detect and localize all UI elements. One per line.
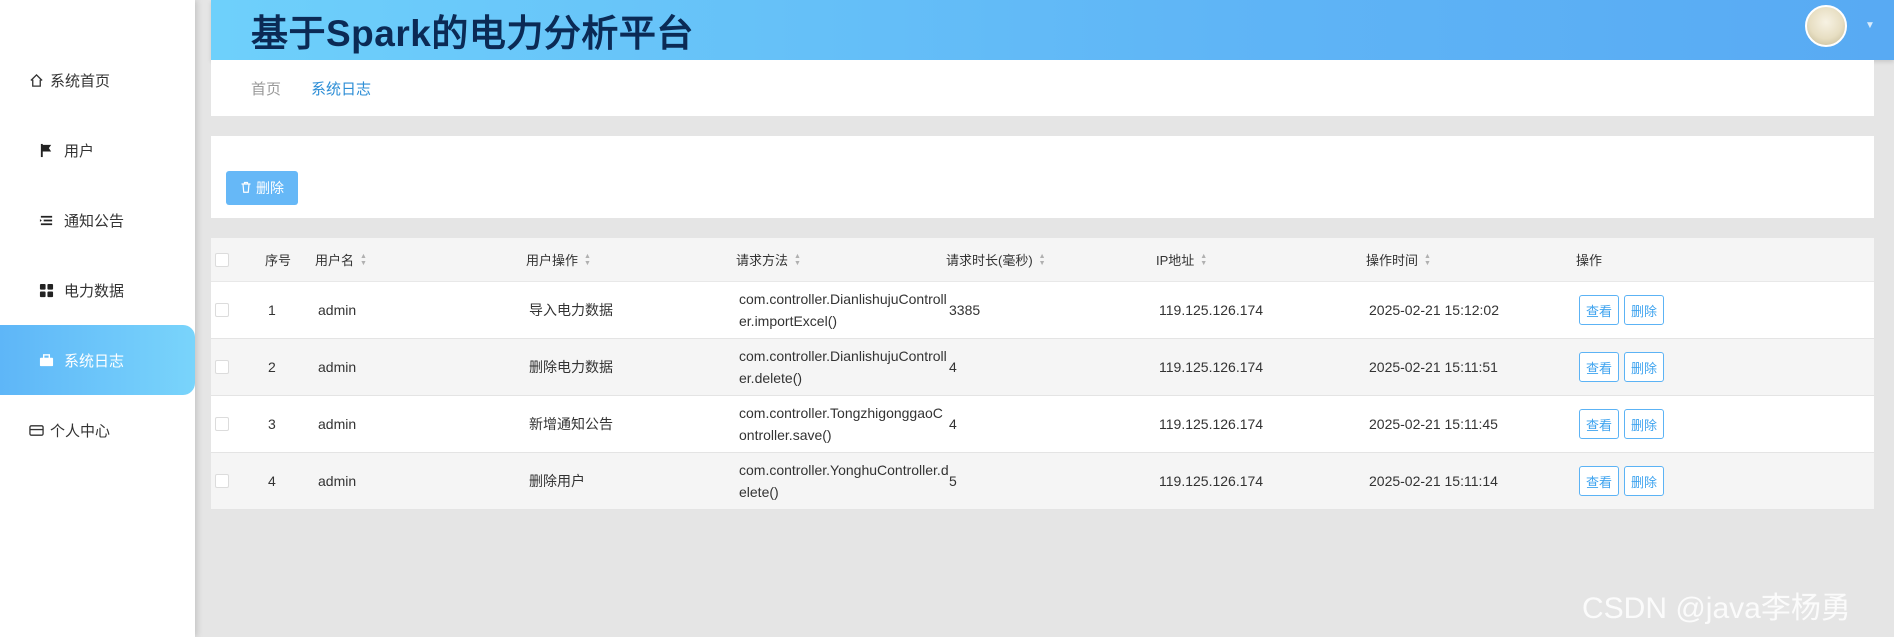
view-button[interactable]: 查看 bbox=[1579, 409, 1619, 439]
batch-delete-label: 删除 bbox=[256, 180, 284, 196]
breadcrumb-home[interactable]: 首页 bbox=[251, 78, 281, 99]
table-row: 2 admin 删除电力数据 com.controller.Dianlishuj… bbox=[211, 339, 1874, 396]
sort-icon: ▲ ▼ bbox=[1424, 252, 1431, 267]
cell-username: admin bbox=[318, 359, 357, 375]
view-button[interactable]: 查看 bbox=[1579, 352, 1619, 382]
app-header: 基于Spark的电力分析平台 ▼ bbox=[211, 0, 1894, 60]
cell-ip: 119.125.126.174 bbox=[1159, 359, 1264, 375]
home-icon bbox=[28, 72, 44, 88]
delete-button[interactable]: 删除 bbox=[1624, 409, 1664, 439]
delete-button[interactable]: 删除 bbox=[1624, 295, 1664, 325]
cell-method: com.controller.DianlishujuController.del… bbox=[739, 348, 947, 386]
trash-icon bbox=[240, 181, 252, 196]
col-ip[interactable]: IP地址 ▲ ▼ bbox=[1156, 238, 1207, 281]
sidebar-item-label: 系统首页 bbox=[50, 72, 111, 90]
col-duration[interactable]: 请求时长(毫秒) ▲ ▼ bbox=[946, 238, 1046, 281]
avatar[interactable] bbox=[1805, 5, 1847, 47]
row-checkbox[interactable] bbox=[215, 474, 229, 488]
card-icon bbox=[28, 422, 44, 438]
sidebar-item-system-log[interactable]: 系统日志 bbox=[0, 325, 195, 395]
sort-icon: ▲ ▼ bbox=[1038, 252, 1046, 267]
breadcrumb: 首页 系统日志 bbox=[211, 60, 1874, 116]
select-all-checkbox[interactable] bbox=[215, 252, 229, 267]
row-checkbox[interactable] bbox=[215, 417, 229, 431]
row-checkbox[interactable] bbox=[215, 303, 229, 317]
log-table: 序号 用户名 ▲ ▼ 用户操作 ▲ ▼ 请求方法 ▲ ▼ 请求时长(毫秒) ▲ ▼ IP地址 ▲ ▼… bbox=[211, 238, 1874, 510]
sort-icon: ▲ ▼ bbox=[584, 252, 591, 267]
table-header: 序号 用户名 ▲ ▼ 用户操作 ▲ ▼ 请求方法 ▲ ▼ 请求时长(毫秒) ▲ ▼ IP地址 ▲ ▼… bbox=[211, 238, 1874, 282]
app-title: 基于Spark的电力分析平台 bbox=[251, 13, 694, 54]
col-index: 序号 bbox=[265, 253, 292, 268]
view-button[interactable]: 查看 bbox=[1579, 466, 1619, 496]
grid-icon bbox=[38, 282, 54, 298]
cell-operation: 删除用户 bbox=[529, 473, 585, 489]
col-method[interactable]: 请求方法 ▲ ▼ bbox=[736, 238, 801, 281]
cell-index: 1 bbox=[268, 302, 276, 318]
batch-delete-button[interactable]: 删除 bbox=[226, 171, 298, 205]
flag-icon bbox=[38, 142, 54, 158]
cell-ip: 119.125.126.174 bbox=[1159, 302, 1264, 318]
sidebar-item-power-data[interactable]: 电力数据 bbox=[0, 255, 195, 325]
sort-icon: ▲ ▼ bbox=[1200, 252, 1208, 267]
col-username[interactable]: 用户名 ▲ ▼ bbox=[315, 238, 367, 281]
list-icon bbox=[38, 212, 54, 228]
col-time[interactable]: 操作时间 ▲ ▼ bbox=[1366, 238, 1431, 281]
cell-time: 2025-02-21 15:11:45 bbox=[1369, 416, 1498, 432]
cell-duration: 5 bbox=[949, 473, 957, 489]
cell-method: com.controller.TongzhigonggaoController.… bbox=[739, 405, 943, 443]
cell-time: 2025-02-21 15:11:51 bbox=[1369, 359, 1498, 375]
row-checkbox[interactable] bbox=[215, 360, 229, 374]
table-row: 4 admin 删除用户 com.controller.YonghuContro… bbox=[211, 453, 1874, 510]
cell-duration: 3385 bbox=[949, 302, 981, 318]
delete-button[interactable]: 删除 bbox=[1624, 466, 1664, 496]
cell-ip: 119.125.126.174 bbox=[1159, 473, 1264, 489]
cell-index: 4 bbox=[268, 473, 276, 489]
cell-duration: 4 bbox=[949, 416, 957, 432]
cell-method: com.controller.YonghuController.delete() bbox=[739, 462, 949, 500]
cell-ip: 119.125.126.174 bbox=[1159, 416, 1264, 432]
cell-time: 2025-02-21 15:12:02 bbox=[1369, 302, 1499, 318]
sidebar-item-label: 系统日志 bbox=[64, 352, 125, 370]
cell-username: admin bbox=[318, 473, 357, 489]
toolbar: 删除 bbox=[211, 136, 1874, 218]
cell-operation: 新增通知公告 bbox=[529, 416, 613, 432]
sort-icon: ▲ ▼ bbox=[794, 252, 801, 267]
chevron-down-icon[interactable]: ▼ bbox=[1865, 20, 1875, 31]
sidebar-item-profile[interactable]: 个人中心 bbox=[0, 395, 195, 465]
cell-duration: 4 bbox=[949, 359, 957, 375]
cell-method: com.controller.DianlishujuController.imp… bbox=[739, 291, 947, 329]
view-button[interactable]: 查看 bbox=[1579, 295, 1619, 325]
sidebar-item-users[interactable]: 用户 bbox=[0, 115, 195, 185]
cell-operation: 删除电力数据 bbox=[529, 359, 613, 375]
col-operation[interactable]: 用户操作 ▲ ▼ bbox=[526, 238, 591, 281]
sidebar-item-notices[interactable]: 通知公告 bbox=[0, 185, 195, 255]
sidebar-item-label: 用户 bbox=[64, 142, 95, 160]
sidebar-item-home[interactable]: 系统首页 bbox=[0, 45, 195, 115]
delete-button[interactable]: 删除 bbox=[1624, 352, 1664, 382]
table-row: 3 admin 新增通知公告 com.controller.Tongzhigon… bbox=[211, 396, 1874, 453]
sort-icon: ▲ ▼ bbox=[360, 252, 367, 267]
cell-index: 3 bbox=[268, 416, 276, 432]
cell-time: 2025-02-21 15:11:14 bbox=[1369, 473, 1498, 489]
cell-index: 2 bbox=[268, 359, 276, 375]
sidebar-item-label: 通知公告 bbox=[64, 212, 125, 230]
cell-username: admin bbox=[318, 302, 357, 318]
sidebar-item-label: 电力数据 bbox=[64, 282, 125, 300]
sidebar: 系统首页 用户 通知公告 电力数据 系统日志 个人中心 bbox=[0, 0, 195, 637]
breadcrumb-current: 系统日志 bbox=[311, 80, 372, 98]
briefcase-icon bbox=[38, 352, 54, 368]
col-actions: 操作 bbox=[1576, 253, 1603, 268]
cell-username: admin bbox=[318, 416, 357, 432]
sidebar-item-label: 个人中心 bbox=[50, 422, 111, 440]
cell-operation: 导入电力数据 bbox=[529, 302, 613, 318]
watermark: CSDN @java李杨勇 bbox=[1582, 592, 1851, 625]
table-row: 1 admin 导入电力数据 com.controller.Dianlishuj… bbox=[211, 282, 1874, 339]
